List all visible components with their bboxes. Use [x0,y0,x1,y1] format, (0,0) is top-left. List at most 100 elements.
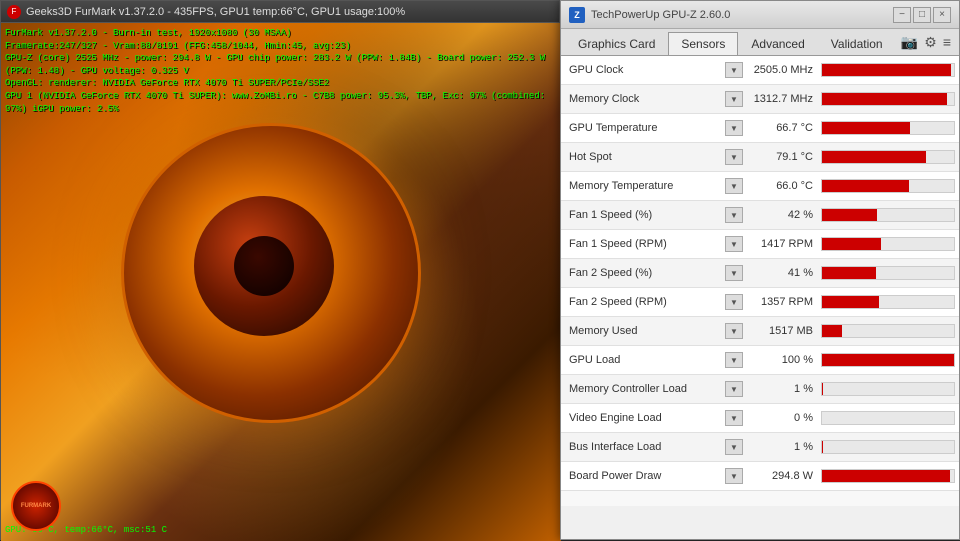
gpuz-window-controls: − □ × [893,7,951,23]
sensor-value: 1517 MB [747,325,817,337]
sensor-name: GPU Clock [565,64,725,76]
sensor-name: Board Power Draw [565,470,725,482]
sensor-bar-container [821,382,955,396]
sensor-dropdown-btn[interactable]: ▼ [725,62,743,78]
sensor-value: 79.1 °C [747,151,817,163]
sensor-dropdown-btn[interactable]: ▼ [725,439,743,455]
sensor-bar-container [821,121,955,135]
gpuz-menu-icon[interactable]: ≡ [943,34,951,50]
sensor-bar-container [821,63,955,77]
sensor-bar [822,470,950,482]
gpuz-cam-icon[interactable]: 📷 [901,34,918,51]
sensor-bar-container [821,237,955,251]
sensor-bar [822,64,951,76]
sensor-row: GPU Clock ▼ 2505.0 MHz [561,56,959,85]
furmark-title: Geeks3D FurMark v1.37.2.0 - 435FPS, GPU1… [26,6,405,18]
furmark-eye-render [121,123,421,423]
sensor-value: 2505.0 MHz [747,64,817,76]
sensor-bar [822,296,879,308]
sensor-bar [822,209,877,221]
sensor-name: Video Engine Load [565,412,725,424]
furmark-window: F Geeks3D FurMark v1.37.2.0 - 435FPS, GP… [0,0,560,540]
sensor-name: Fan 1 Speed (%) [565,209,725,221]
sensor-dropdown-btn[interactable]: ▼ [725,468,743,484]
sensor-value: 294.8 W [747,470,817,482]
tab-validation[interactable]: Validation [818,32,896,55]
sensor-bar [822,180,909,192]
sensor-bar [822,151,926,163]
furmark-icon: F [7,5,21,19]
sensor-dropdown-btn[interactable]: ▼ [725,178,743,194]
sensor-bar [822,325,842,337]
sensor-name: Fan 2 Speed (RPM) [565,296,725,308]
sensor-dropdown-btn[interactable]: ▼ [725,294,743,310]
sensor-value: 66.0 °C [747,180,817,192]
sensor-bar-container [821,324,955,338]
tab-advanced[interactable]: Advanced [738,32,817,55]
sensor-value: 1 % [747,441,817,453]
gpuz-maximize-button[interactable]: □ [913,7,931,23]
sensor-value: 1312.7 MHz [747,93,817,105]
sensor-dropdown-btn[interactable]: ▼ [725,323,743,339]
sensor-value: 42 % [747,209,817,221]
tab-graphics-card[interactable]: Graphics Card [565,32,668,55]
sensor-dropdown-btn[interactable]: ▼ [725,207,743,223]
furmark-titlebar: F Geeks3D FurMark v1.37.2.0 - 435FPS, GP… [1,1,559,23]
sensor-row: Fan 1 Speed (RPM) ▼ 1417 RPM [561,230,959,259]
sensor-bar-container [821,469,955,483]
sensor-value: 41 % [747,267,817,279]
sensor-row: Memory Used ▼ 1517 MB [561,317,959,346]
sensor-dropdown-btn[interactable]: ▼ [725,120,743,136]
sensor-bar-container [821,266,955,280]
sensor-bar-container [821,295,955,309]
gpuz-tab-bar: Graphics Card Sensors Advanced Validatio… [561,29,959,56]
sensor-row: Memory Temperature ▼ 66.0 °C [561,172,959,201]
sensor-bar [822,354,954,366]
sensor-name: Memory Used [565,325,725,337]
sensor-value: 0 % [747,412,817,424]
sensor-bar-container [821,179,955,193]
sensor-dropdown-btn[interactable]: ▼ [725,149,743,165]
furmark-logo: FURMARK [11,481,61,531]
gpuz-settings-icon[interactable]: ⚙ [924,34,937,51]
sensor-bar-container [821,150,955,164]
sensor-value: 1357 RPM [747,296,817,308]
sensor-name: Fan 2 Speed (%) [565,267,725,279]
sensor-row: Bus Interface Load ▼ 1 % [561,433,959,462]
sensor-dropdown-btn[interactable]: ▼ [725,381,743,397]
sensor-row: Memory Controller Load ▼ 1 % [561,375,959,404]
sensor-dropdown-btn[interactable]: ▼ [725,265,743,281]
sensor-name: Memory Temperature [565,180,725,192]
gpuz-title: TechPowerUp GPU-Z 2.60.0 [591,9,893,21]
sensor-dropdown-btn[interactable]: ▼ [725,352,743,368]
sensor-name: GPU Temperature [565,122,725,134]
sensor-row: GPU Load ▼ 100 % [561,346,959,375]
sensor-bar [822,383,823,395]
sensor-row: Fan 2 Speed (%) ▼ 41 % [561,259,959,288]
sensor-name: GPU Load [565,354,725,366]
sensor-dropdown-btn[interactable]: ▼ [725,410,743,426]
sensor-dropdown-btn[interactable]: ▼ [725,91,743,107]
sensor-dropdown-btn[interactable]: ▼ [725,236,743,252]
sensor-value: 66.7 °C [747,122,817,134]
furmark-canvas: FurMark v1.37.2.0 - Burn-in test, 1920x1… [1,23,561,541]
sensor-bar [822,93,947,105]
gpuz-icon: Z [569,7,585,23]
gpuz-minimize-button[interactable]: − [893,7,911,23]
gpuz-sensors-list: GPU Clock ▼ 2505.0 MHz Memory Clock ▼ 13… [561,56,959,506]
sensor-row: Video Engine Load ▼ 0 % [561,404,959,433]
sensor-bar-container [821,208,955,222]
sensor-row: Fan 2 Speed (RPM) ▼ 1357 RPM [561,288,959,317]
gpuz-close-button[interactable]: × [933,7,951,23]
sensor-name: Memory Clock [565,93,725,105]
sensor-row: Hot Spot ▼ 79.1 °C [561,143,959,172]
furmark-overlay: FurMark v1.37.2.0 - Burn-in test, 1920x1… [5,27,561,115]
sensor-bar-container [821,353,955,367]
sensor-bar-container [821,92,955,106]
gpuz-titlebar: Z TechPowerUp GPU-Z 2.60.0 − □ × [561,1,959,29]
sensor-name: Bus Interface Load [565,441,725,453]
tab-sensors[interactable]: Sensors [668,32,738,55]
sensor-bar-container [821,440,955,454]
sensor-name: Fan 1 Speed (RPM) [565,238,725,250]
gpuz-window: Z TechPowerUp GPU-Z 2.60.0 − □ × Graphic… [560,0,960,540]
